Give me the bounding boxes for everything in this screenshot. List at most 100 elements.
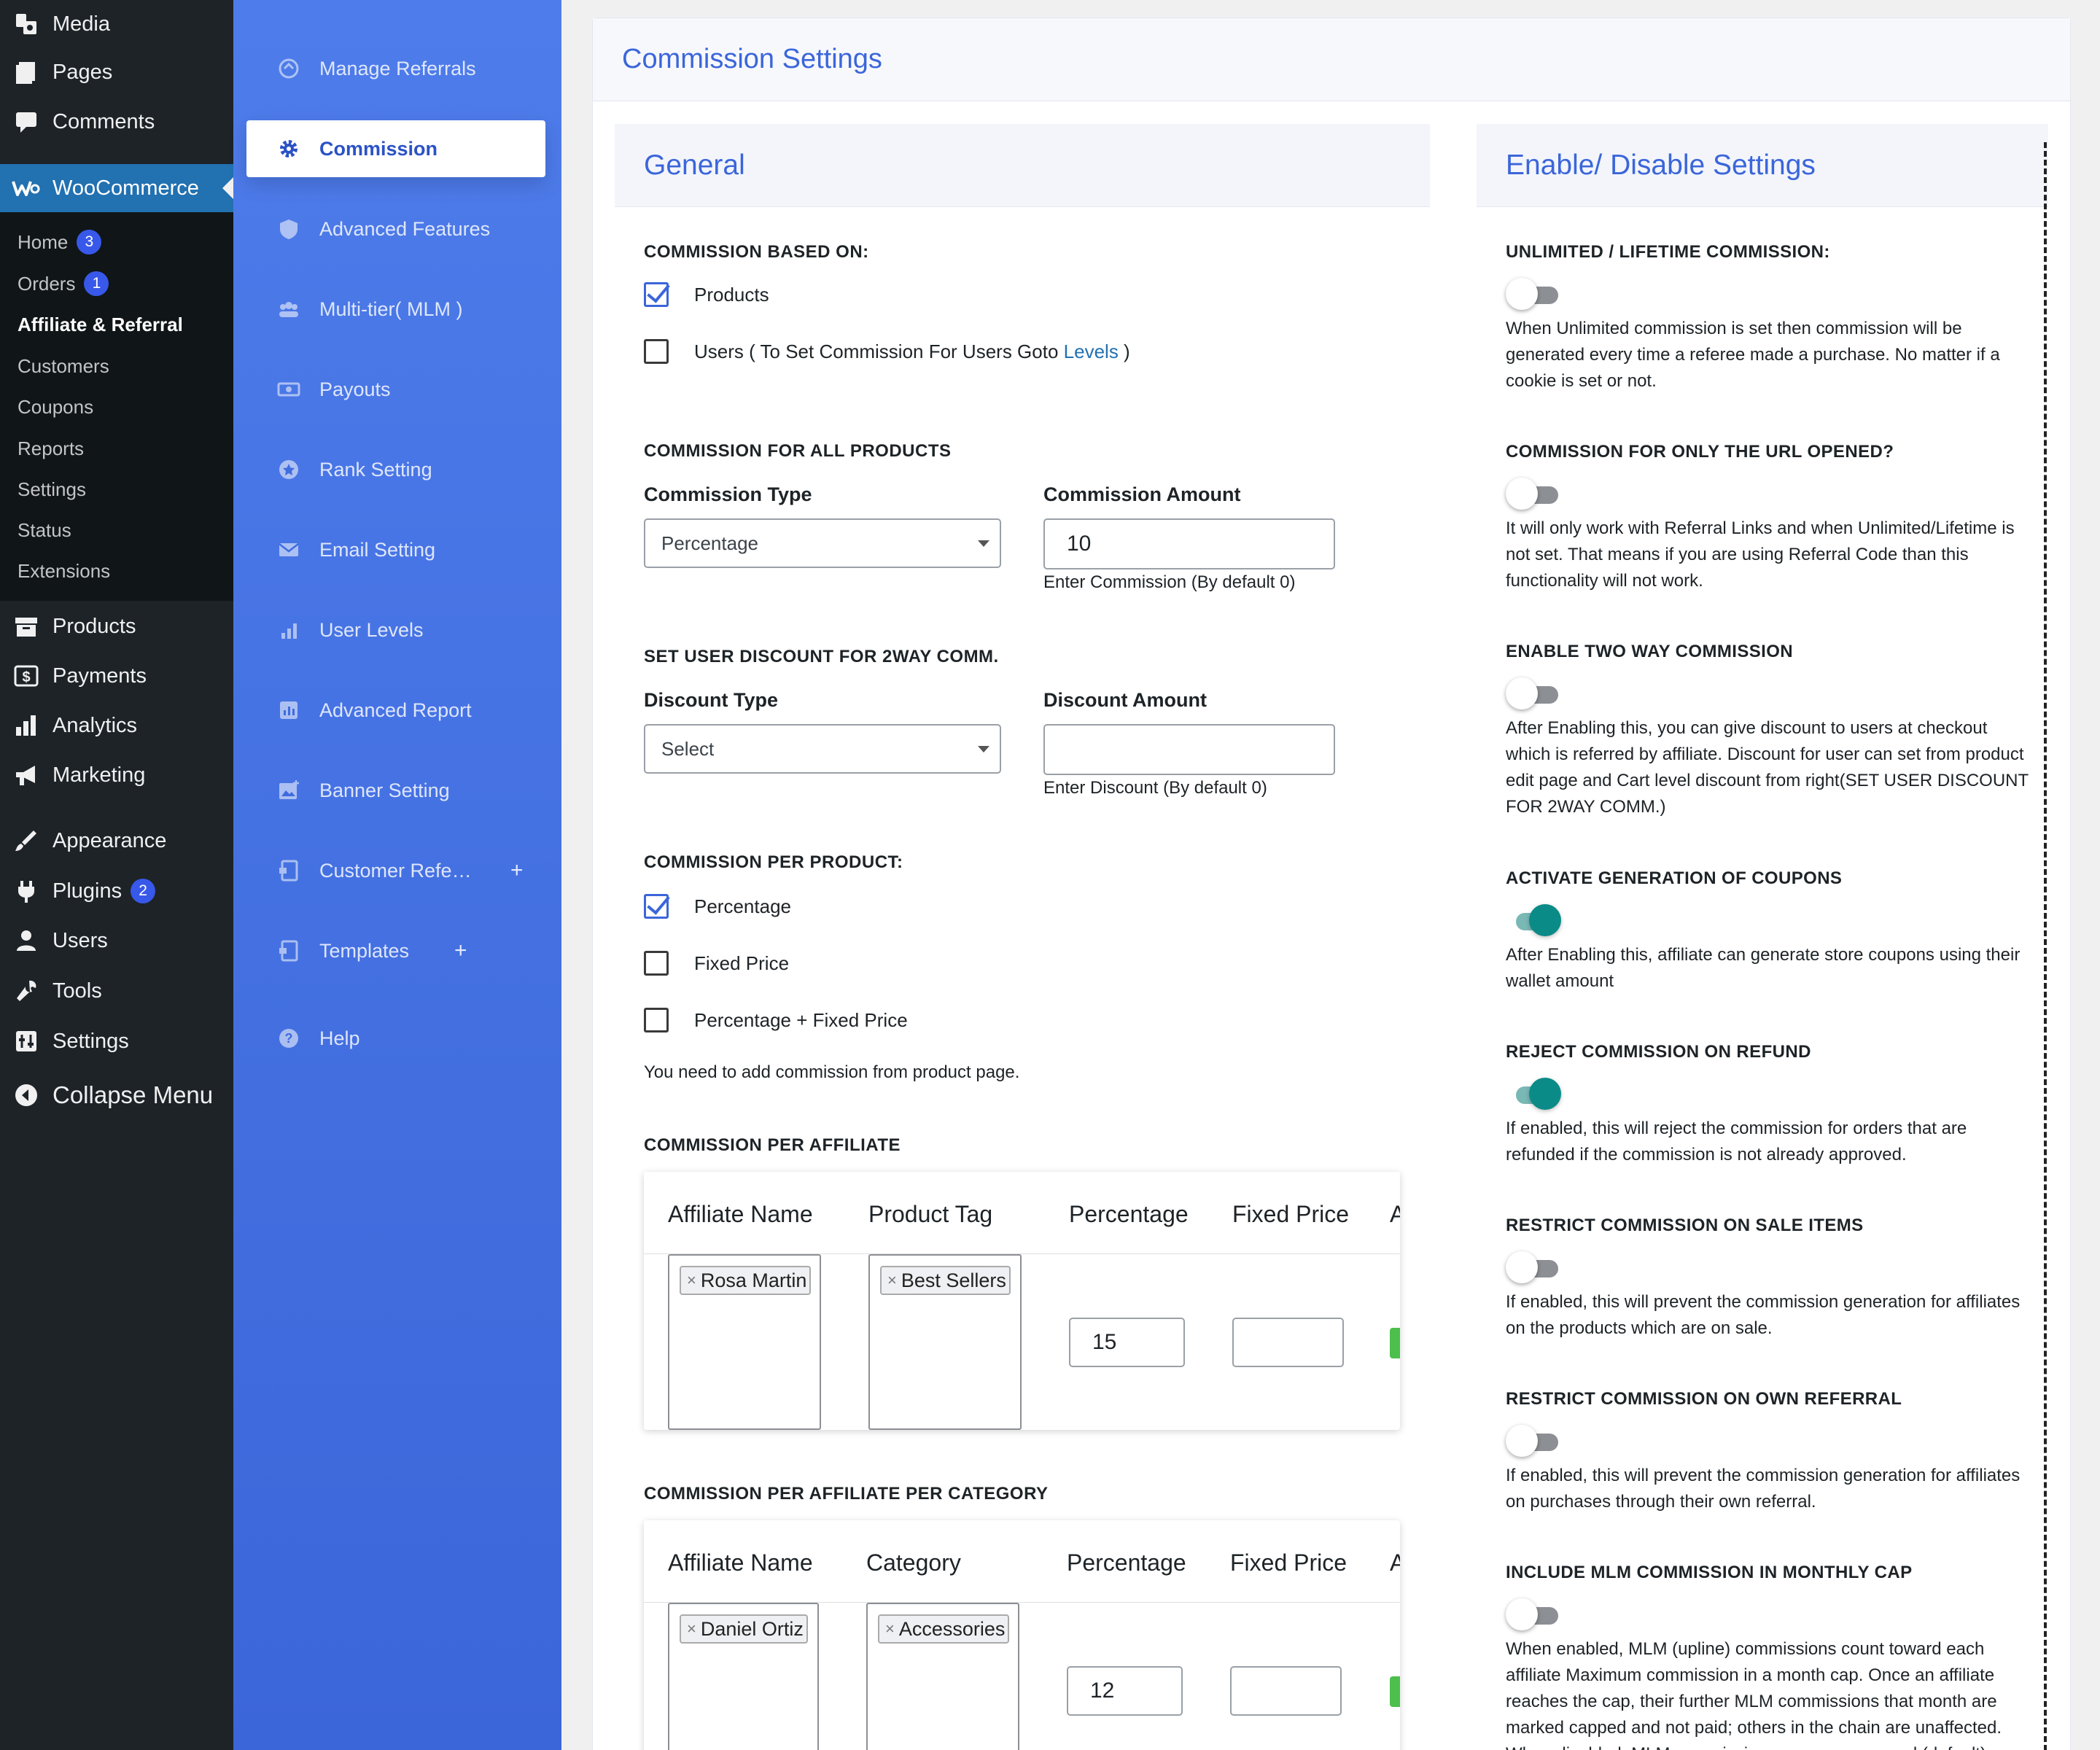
section-heading: COMMISSION PER AFFILIATE PER CATEGORY (644, 1484, 1049, 1504)
nav-payouts[interactable]: Payouts (246, 361, 545, 418)
toggle-generate-coupons[interactable] (1506, 904, 1563, 936)
remove-tag-icon[interactable]: × (687, 1619, 696, 1638)
doc-icon (276, 938, 302, 964)
checkbox-fixed-price[interactable] (644, 951, 669, 976)
help-icon: ? (276, 1025, 302, 1051)
nav-advanced-features[interactable]: Advanced Features (246, 201, 545, 257)
star-icon (276, 456, 302, 483)
section-heading: COMMISSION PER PRODUCT: (644, 852, 903, 872)
checkbox-products[interactable] (644, 282, 669, 307)
menu-collapse[interactable]: Collapse Menu (0, 1071, 233, 1119)
menu-analytics[interactable]: Analytics (0, 701, 233, 750)
nav-advanced-report[interactable]: Advanced Report (246, 682, 545, 739)
remove-tag-icon[interactable]: × (885, 1619, 895, 1638)
submenu-orders[interactable]: Orders 1 (18, 263, 109, 304)
menu-settings-label: Settings (52, 1029, 129, 1053)
nav-multi-tier[interactable]: Multi-tier( MLM ) (246, 281, 545, 338)
commission-amount-input[interactable]: 10 (1043, 518, 1335, 569)
toggle-two-way-commission[interactable] (1506, 677, 1563, 709)
affiliate-tag-label: Daniel Ortiz (700, 1617, 804, 1640)
fixed-price-input[interactable] (1230, 1666, 1342, 1716)
toggle-restrict-own-referral[interactable] (1506, 1425, 1563, 1457)
setting-title: ENABLE TWO WAY COMMISSION (1506, 642, 1794, 661)
submenu-orders-label: Orders (18, 272, 76, 295)
submenu-affiliate-referral[interactable]: Affiliate & Referral (18, 304, 183, 345)
remove-tag-icon[interactable]: × (687, 1271, 696, 1290)
toggle-restrict-sale-items[interactable] (1506, 1251, 1563, 1283)
column-header: Fixed Price (1232, 1201, 1350, 1227)
menu-settings[interactable]: Settings (0, 1017, 233, 1065)
nav-email-setting[interactable]: Email Setting (246, 521, 545, 578)
menu-tools[interactable]: Tools (0, 967, 233, 1015)
submenu-extensions[interactable]: Extensions (18, 551, 110, 591)
nav-manage-referrals[interactable]: Manage Referrals (246, 40, 545, 97)
submenu-coupons[interactable]: Coupons (18, 386, 93, 427)
menu-products-label: Products (52, 614, 136, 638)
nav-help[interactable]: ? Help (246, 1010, 545, 1067)
submenu-settings[interactable]: Settings (18, 469, 86, 510)
general-title: General (644, 149, 745, 181)
checkbox-users[interactable] (644, 339, 669, 364)
menu-plugins[interactable]: Plugins 2 (0, 867, 233, 915)
menu-woocommerce[interactable]: WooCommerce (0, 164, 233, 212)
toggle-unlimited-commission[interactable] (1506, 278, 1563, 310)
column-header: Percentage (1069, 1201, 1189, 1227)
setting-title: RESTRICT COMMISSION ON SALE ITEMS (1506, 1216, 1864, 1235)
nav-label: Customer Refe… (319, 859, 472, 882)
toggle-url-opened[interactable] (1506, 478, 1563, 510)
discount-amount-input[interactable] (1043, 724, 1335, 775)
menu-products[interactable]: Products (0, 602, 233, 650)
percentage-input[interactable]: 12 (1067, 1666, 1183, 1716)
checkbox-percentage[interactable] (644, 894, 669, 919)
settings-icon (12, 1027, 41, 1056)
menu-comments[interactable]: Comments (0, 98, 233, 146)
orders-badge: 1 (84, 271, 109, 296)
fixed-price-input[interactable] (1232, 1318, 1344, 1367)
nav-commission[interactable]: Commission (246, 120, 545, 177)
nav-user-levels[interactable]: User Levels (246, 602, 545, 658)
nav-label: Advanced Report (319, 699, 472, 721)
menu-payments[interactable]: $ Payments (0, 652, 233, 700)
remove-tag-icon[interactable]: × (887, 1271, 897, 1290)
checkbox-percentage-fixed[interactable] (644, 1008, 669, 1032)
nav-banner-setting[interactable]: Banner Setting (246, 762, 545, 819)
product-tag-label: Best Sellers (901, 1269, 1006, 1291)
toggle-reject-on-refund[interactable] (1506, 1078, 1563, 1110)
menu-users[interactable]: Users (0, 917, 233, 965)
setting-description: If enabled, this will reject the commiss… (1506, 1119, 1967, 1164)
nav-rank-setting[interactable]: Rank Setting (246, 441, 545, 498)
affiliate-select[interactable]: × Daniel Ortiz (668, 1603, 819, 1750)
menu-marketing[interactable]: Marketing (0, 751, 233, 799)
expand-plus-icon[interactable]: + (454, 938, 467, 963)
woocommerce-submenu: Home 3 Orders 1 Affiliate & Referral Custo… (0, 212, 233, 601)
percentage-input[interactable]: 15 (1069, 1318, 1185, 1367)
submenu-status[interactable]: Status (18, 510, 71, 551)
section-heading: COMMISSION FOR ALL PRODUCTS (644, 441, 952, 461)
affiliate-select[interactable]: × Rosa Martin (668, 1254, 821, 1430)
commission-type-select[interactable]: Percentage (644, 518, 1001, 568)
levels-link[interactable]: Levels (1064, 341, 1119, 362)
add-row-button[interactable] (1390, 1328, 1400, 1358)
submenu-home[interactable]: Home 3 (18, 222, 102, 262)
expand-plus-icon[interactable]: + (510, 858, 524, 883)
submenu-reports[interactable]: Reports (18, 428, 84, 469)
nav-label: User Levels (319, 618, 424, 641)
checkbox-percentage-fixed-label: Percentage + Fixed Price (694, 1009, 908, 1031)
nav-templates[interactable]: Templates + (246, 922, 545, 979)
add-row-button[interactable] (1390, 1676, 1400, 1707)
discount-type-select[interactable]: Select (644, 724, 1001, 774)
column-header: Category (866, 1549, 961, 1576)
toggle-mlm-monthly-cap[interactable] (1506, 1598, 1563, 1630)
menu-pages[interactable]: Pages (0, 48, 233, 96)
nav-label: Templates (319, 939, 410, 962)
submenu-customers[interactable]: Customers (18, 346, 109, 386)
nav-customer-referral[interactable]: Customer Refe… + (246, 842, 545, 899)
category-select[interactable]: × Accessories (866, 1603, 1019, 1750)
svg-text:?: ? (285, 1031, 293, 1046)
menu-media[interactable]: Media (0, 0, 233, 48)
media-icon (12, 9, 41, 39)
product-tag-select[interactable]: × Best Sellers (868, 1254, 1022, 1430)
menu-appearance[interactable]: Appearance (0, 817, 233, 865)
menu-analytics-label: Analytics (52, 713, 138, 737)
general-panel-header: General (615, 124, 1430, 207)
